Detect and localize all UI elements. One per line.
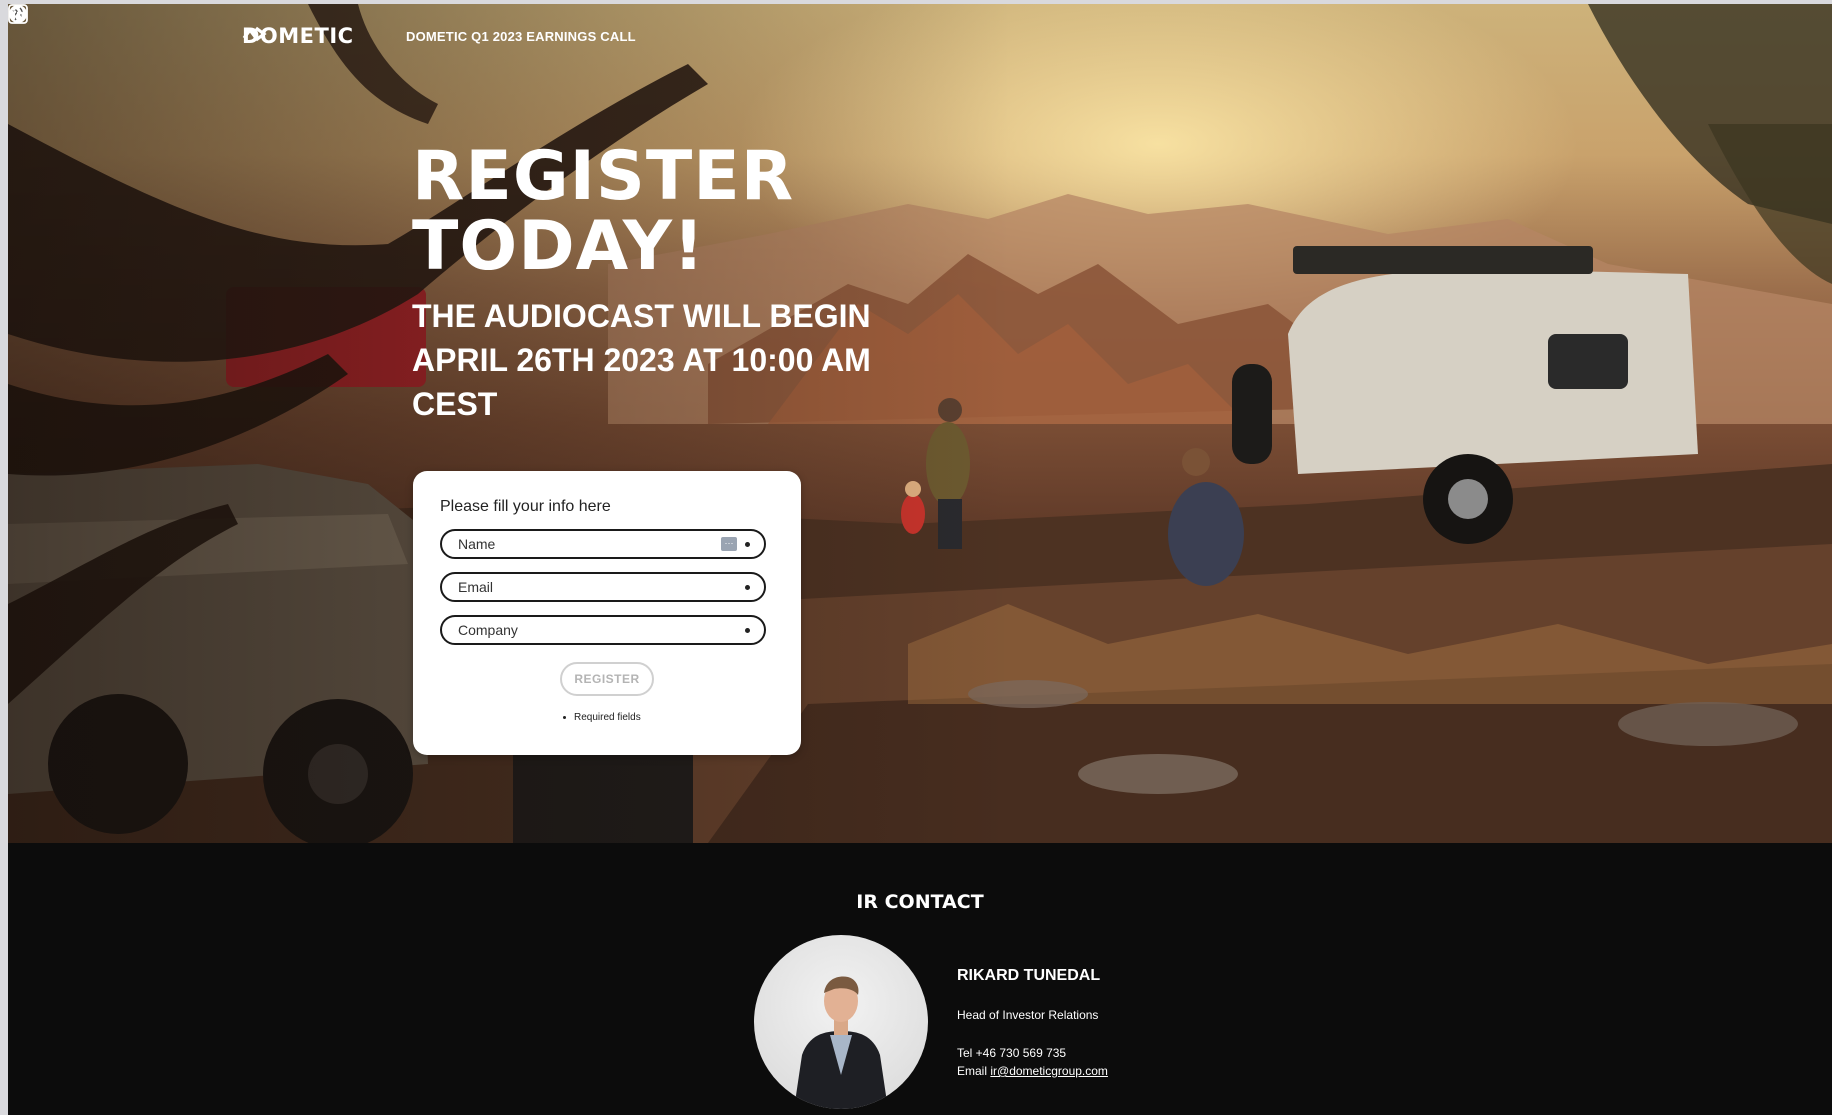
- hero-section: DOMETIC DOMETIC Q1 2023 EARNINGS CALL RE…: [8, 4, 1832, 843]
- headline-line-1: REGISTER: [412, 137, 795, 216]
- event-title: DOMETIC Q1 2023 EARNINGS CALL: [406, 29, 636, 44]
- required-indicator: [745, 584, 750, 590]
- required-fields-label: Required fields: [574, 712, 641, 723]
- company-field[interactable]: [440, 615, 766, 645]
- email-input[interactable]: [456, 578, 737, 596]
- contact-email-link[interactable]: ir@dometicgroup.com: [990, 1064, 1108, 1078]
- form-heading: Please fill your info here: [440, 498, 611, 515]
- dometic-logo[interactable]: DOMETIC: [242, 24, 354, 48]
- name-input[interactable]: [456, 535, 721, 553]
- email-field[interactable]: [440, 572, 766, 602]
- contact-email: Email ir@dometicgroup.com: [957, 1064, 1108, 1078]
- register-button[interactable]: REGISTER: [560, 662, 654, 696]
- hero-subheadline: THE AUDIOCAST WILL BEGIN APRIL 26TH 2023…: [412, 298, 871, 422]
- ir-contact-title: IR CONTACT: [856, 891, 984, 913]
- name-field[interactable]: ···: [440, 529, 766, 559]
- headline-line-2: TODAY!: [412, 207, 706, 286]
- contact-email-label: Email: [957, 1064, 988, 1078]
- registration-form: Please fill your info here ··· REGISTER …: [413, 471, 801, 755]
- ir-contact-section: IR CONTACT RIKARD TUNEDAL Head of Invest…: [8, 843, 1832, 1115]
- contact-avatar: [754, 935, 928, 1109]
- top-navigation: DOMETIC DOMETIC Q1 2023 EARNINGS CALL: [8, 4, 1832, 64]
- linkedin-icon[interactable]: [8, 4, 28, 24]
- contact-portrait: [794, 976, 888, 1109]
- contact-name: RIKARD TUNEDAL: [957, 967, 1101, 984]
- required-bullet: [563, 716, 566, 719]
- required-indicator: [745, 627, 750, 633]
- required-fields-note: Required fields: [563, 712, 641, 723]
- hero-overlay: [8, 4, 1832, 843]
- company-input[interactable]: [456, 621, 737, 639]
- required-indicator: [745, 541, 750, 547]
- hero-headline: REGISTER TODAY!: [412, 142, 794, 282]
- dometic-chevrons-icon: [242, 26, 267, 42]
- contact-phone: Tel +46 730 569 735: [957, 1046, 1067, 1060]
- password-manager-icon[interactable]: ···: [721, 537, 737, 551]
- page: DOMETIC DOMETIC Q1 2023 EARNINGS CALL RE…: [8, 4, 1832, 1115]
- contact-role: Head of Investor Relations: [957, 1008, 1099, 1022]
